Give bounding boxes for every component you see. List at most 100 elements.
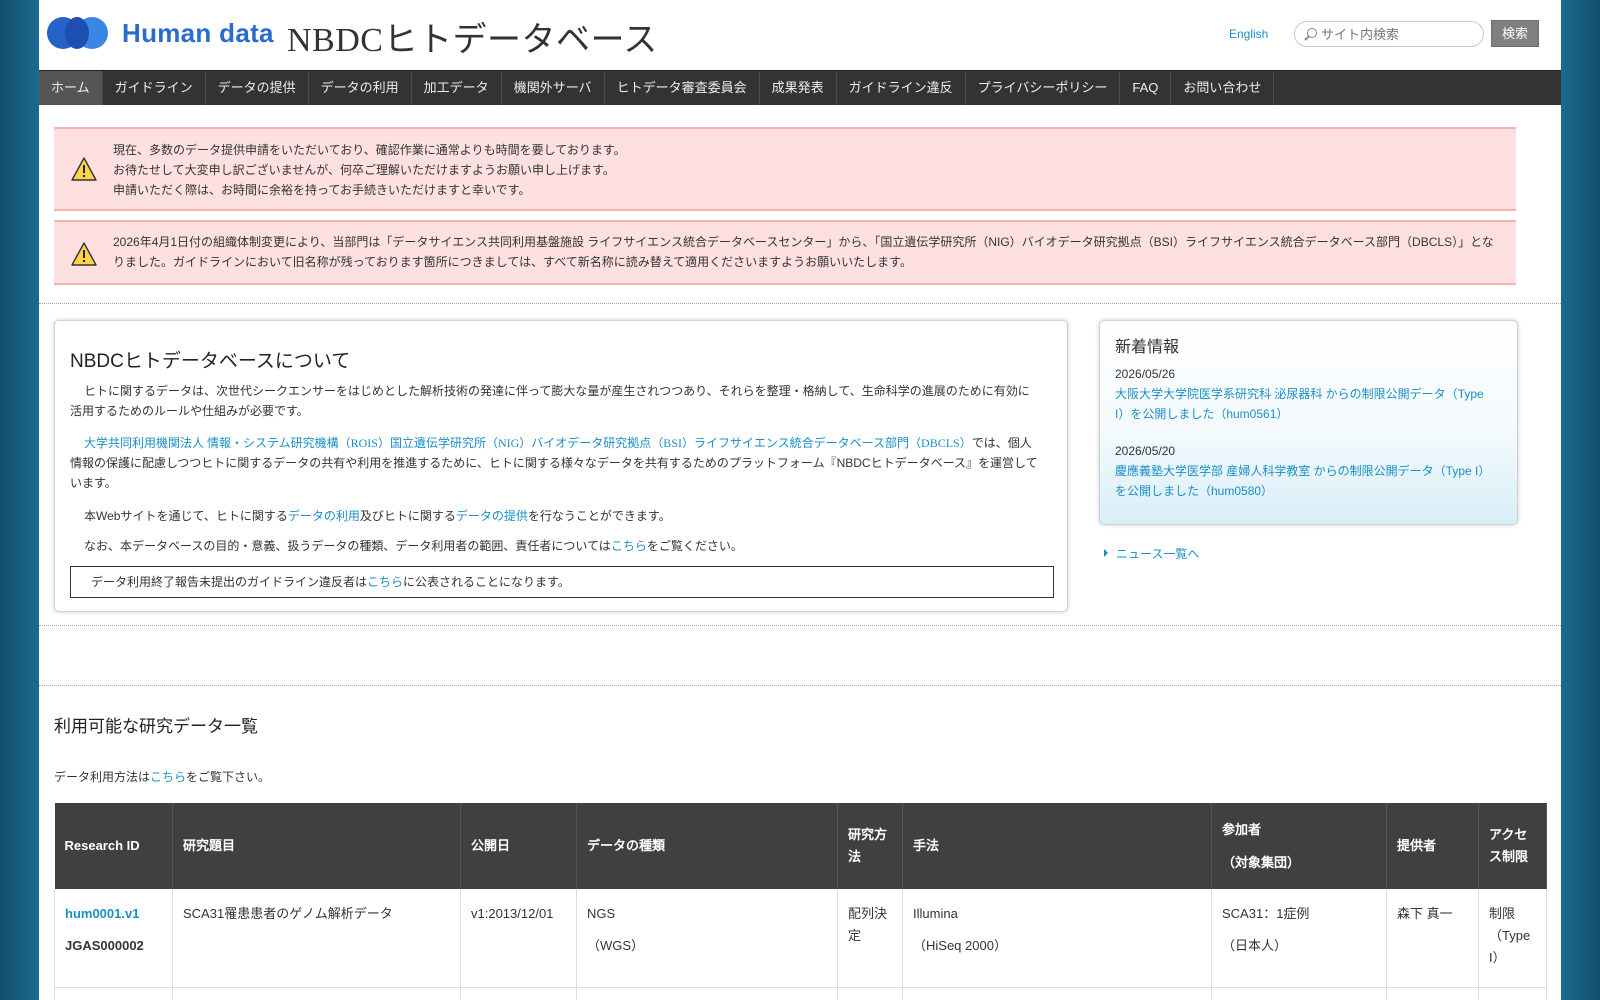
main-nav: ホーム ガイドライン データの提供 データの利用 加工データ 機関外サーバ ヒト…	[39, 70, 1561, 105]
participants: SCA31：1症例	[1222, 906, 1310, 921]
note-text: をご覧下さい。	[186, 770, 271, 784]
nav-item-offpremise-server[interactable]: 機関外サーバ	[502, 71, 605, 105]
cell-access: 制限（Type I）	[1478, 889, 1547, 988]
col-data-type[interactable]: データの種類	[576, 803, 838, 889]
news-date: 2026/05/26	[1115, 367, 1176, 381]
nav-item-violations[interactable]: ガイドライン違反	[837, 71, 966, 105]
nav-item-processed-data[interactable]: 加工データ	[412, 71, 502, 105]
data-type-sub: （WGS）	[587, 938, 645, 953]
about-paragraph: ヒトに関するデータは、次世代シークエンサーをはじめとした解析技術の発達に伴って膨…	[70, 384, 1030, 418]
warning-icon	[71, 242, 97, 266]
col-participants-label: 参加者	[1222, 821, 1262, 837]
violators-notice: データ利用終了報告未提出のガイドライン違反者はこちらに公表されることになります。	[70, 566, 1054, 598]
col-research-id[interactable]: Research ID	[54, 803, 173, 889]
note-text: データ利用方法は	[54, 770, 151, 784]
nav-item-faq[interactable]: FAQ	[1120, 71, 1172, 105]
about-paragraph: 本Webサイトを通じて、ヒトに関するデータの利用及びヒトに関するデータの提供を行…	[70, 506, 1040, 526]
col-participants-sub: （対象集団）	[1222, 854, 1301, 870]
cell-provider: 森下 真一	[1386, 889, 1479, 988]
cell-method: 配列決定	[837, 889, 903, 988]
nav-item-data-submission[interactable]: データの提供	[206, 71, 309, 105]
english-link[interactable]: English	[1229, 27, 1268, 41]
about-text: 本Webサイトを通じて、ヒトに関する	[84, 509, 288, 523]
data-use-link[interactable]: データの利用	[288, 509, 360, 523]
notice-line: 2026年4月1日付の組織体制変更により、当部門は「データサイエンス共同利用基盤…	[113, 235, 1494, 269]
data-use-howto-link[interactable]: こちら	[150, 770, 186, 784]
data-list-heading: 利用可能な研究データ一覧	[54, 717, 258, 736]
cell-title: SCA31罹患患者のゲノム解析データ	[172, 889, 461, 988]
jgas-id: JGAS000002	[65, 938, 144, 953]
divider	[39, 625, 1561, 626]
cell-technique: Illumina （HiSeq 2000）	[902, 889, 1212, 988]
arrow-right-icon	[1104, 549, 1108, 557]
technique-sub: （HiSeq 2000）	[913, 938, 1007, 953]
about-title: NBDCヒトデータベースについて	[70, 351, 351, 372]
divider	[39, 685, 1561, 686]
cell-participants: SCA31：1症例 （日本人）	[1211, 889, 1387, 988]
news-date: 2026/05/20	[1115, 444, 1176, 458]
col-release-date[interactable]: 公開日	[460, 803, 577, 889]
news-link[interactable]: 大阪大学大学院医学系研究科 泌尿器科 からの制限公開データ（Type I）を公開…	[1115, 387, 1484, 421]
col-access[interactable]: アクセス制限	[1478, 803, 1547, 889]
data-list-note: データ利用方法はこちらをご覧下さい。	[54, 768, 270, 785]
news-item: 2026/05/26 大阪大学大学院医学系研究科 泌尿器科 からの制限公開データ…	[1115, 364, 1495, 424]
about-text: に公表されることになります。	[403, 575, 570, 589]
technique: Illumina	[913, 906, 958, 921]
nav-item-review-committee[interactable]: ヒトデータ審査委員会	[605, 71, 760, 105]
nav-item-home[interactable]: ホーム	[39, 71, 103, 105]
cell-date: v1:2013/12/01	[460, 889, 577, 988]
about-paragraph: 大学共同利用機関法人 情報・システム研究機構（ROIS）国立遺伝学研究所（NIG…	[70, 433, 1040, 493]
col-participants[interactable]: 参加者 （対象集団）	[1211, 803, 1387, 889]
news-list-link[interactable]: ニュース一覧へ	[1104, 545, 1199, 562]
data-type: NGS	[587, 906, 616, 921]
table-row: hum0001.v1 JGAS000002 SCA31罹患患者のゲノム解析データ …	[54, 889, 1547, 988]
notice-line: お待たせして大変申し訳ございませんが、何卒ご理解いただけますようお願い申し上げま…	[113, 163, 615, 177]
news-link[interactable]: 慶應義塾大学医学部 産婦人科学教室 からの制限公開データ（Type I）を公開し…	[1115, 464, 1490, 498]
about-text: を行なうことができます。	[527, 509, 671, 523]
col-method[interactable]: 研究方法	[837, 803, 903, 889]
news-list-label: ニュース一覧へ	[1116, 547, 1200, 561]
about-text: データ利用終了報告未提出のガイドライン違反者は	[91, 575, 368, 589]
news-title: 新着情報	[1115, 339, 1180, 356]
search-input[interactable]	[1321, 25, 1479, 43]
nav-item-guidelines[interactable]: ガイドライン	[103, 71, 206, 105]
news-box: 新着情報 2026/05/26 大阪大学大学院医学系研究科 泌尿器科 からの制限…	[1099, 320, 1518, 525]
table-row	[54, 987, 1547, 1000]
site-title[interactable]: NBDCヒトデータベース	[287, 12, 658, 61]
notice-line: 申請いただく際は、お時間に余裕を持ってお手続きいただけますと幸いです。	[113, 183, 531, 197]
table-header-row: Research ID 研究題目 公開日 データの種類 研究方法 手法 参加者 （…	[54, 803, 1547, 889]
col-technique[interactable]: 手法	[902, 803, 1212, 889]
cell-research-id: hum0001.v1 JGAS000002	[54, 889, 173, 988]
divider	[39, 303, 1561, 304]
col-title[interactable]: 研究題目	[172, 803, 461, 889]
page: Human data NBDCヒトデータベース English 検索 ホーム ガ…	[39, 0, 1561, 1000]
about-box: NBDCヒトデータベースについて ヒトに関するデータは、次世代シークエンサーをは…	[54, 320, 1068, 612]
about-paragraph: なお、本データベースの目的・意義、扱うデータの種類、データ利用者の範囲、責任者に…	[70, 536, 1040, 556]
cell-data-type: NGS （WGS）	[576, 889, 838, 988]
search-icon	[1303, 27, 1317, 43]
logo-icon[interactable]	[47, 17, 111, 49]
col-provider[interactable]: 提供者	[1386, 803, 1479, 889]
search-box[interactable]	[1294, 21, 1484, 47]
warning-icon	[71, 157, 97, 181]
research-data-table: Research ID 研究題目 公開日 データの種類 研究方法 手法 参加者 （…	[54, 803, 1547, 1000]
nav-item-privacy-policy[interactable]: プライバシーポリシー	[966, 71, 1121, 105]
about-here-link[interactable]: こちら	[611, 539, 647, 553]
nav-item-data-use[interactable]: データの利用	[309, 71, 412, 105]
participants-sub: （日本人）	[1222, 938, 1288, 953]
research-id-link[interactable]: hum0001.v1	[65, 906, 139, 921]
notice-reorganization: 2026年4月1日付の組織体制変更により、当部門は「データサイエンス共同利用基盤…	[54, 220, 1516, 285]
nav-item-contact[interactable]: お問い合わせ	[1171, 71, 1275, 105]
violators-link[interactable]: こちら	[367, 575, 403, 589]
news-item: 2026/05/20 慶應義塾大学医学部 産婦人科学教室 からの制限公開データ（…	[1115, 441, 1495, 501]
header: Human data NBDCヒトデータベース English 検索	[39, 0, 1561, 70]
notice-delay: 現在、多数のデータ提供申請をいただいており、確認作業に通常よりも時間を要しており…	[54, 127, 1516, 211]
logo-text[interactable]: Human data	[122, 18, 274, 49]
nav-item-publications[interactable]: 成果発表	[760, 71, 837, 105]
data-submission-link[interactable]: データの提供	[456, 509, 528, 523]
notice-line: 現在、多数のデータ提供申請をいただいており、確認作業に通常よりも時間を要しており…	[113, 143, 626, 157]
search-button[interactable]: 検索	[1491, 20, 1539, 47]
about-text: をご覧ください。	[646, 539, 743, 553]
dbcls-link[interactable]: 大学共同利用機関法人 情報・システム研究機構（ROIS）国立遺伝学研究所（NIG…	[84, 436, 972, 450]
about-text: なお、本データベースの目的・意義、扱うデータの種類、データ利用者の範囲、責任者に…	[84, 539, 611, 553]
